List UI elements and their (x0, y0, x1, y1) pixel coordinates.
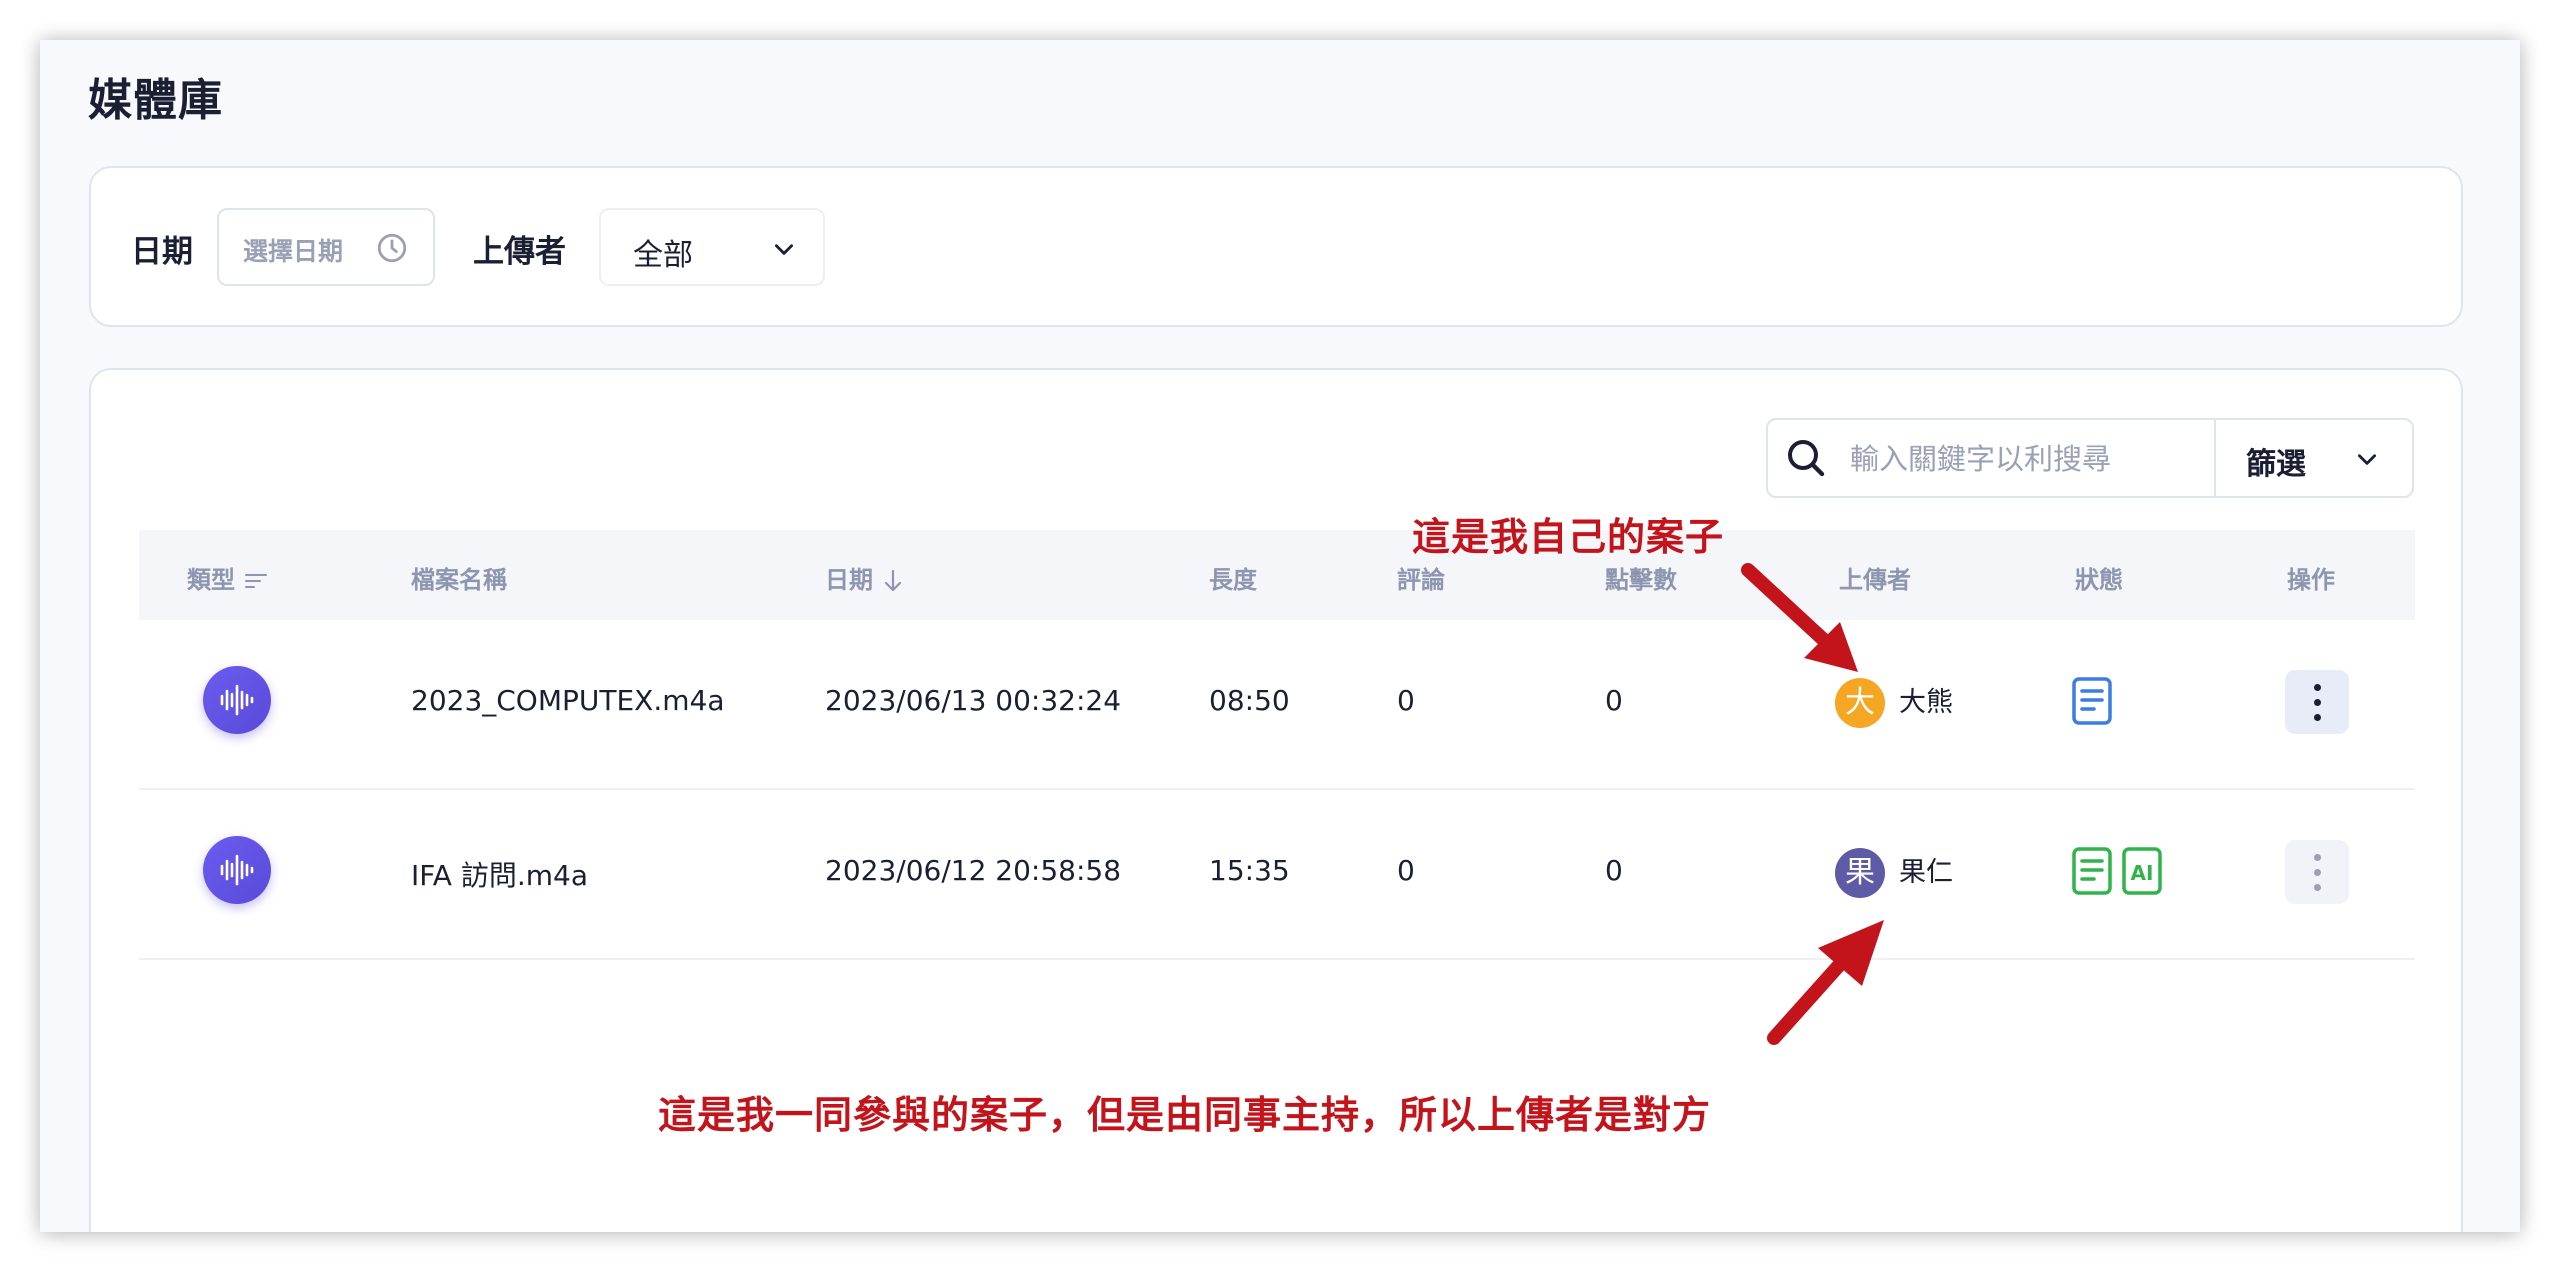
length-cell: 08:50 (1209, 684, 1290, 717)
more-actions-button[interactable] (2285, 670, 2349, 734)
date-cell: 2023/06/13 00:32:24 (825, 684, 1122, 717)
clicks-cell: 0 (1605, 684, 1623, 717)
uploader-select[interactable]: 全部 (599, 208, 825, 286)
chevron-down-icon (2358, 454, 2376, 465)
header-length: 長度 (1209, 566, 1257, 594)
header-date[interactable]: 日期 (825, 560, 903, 595)
date-picker[interactable]: 選擇日期 (217, 208, 435, 286)
audio-waveform-icon (203, 666, 271, 734)
arrow-down-icon (884, 569, 902, 592)
audio-waveform-icon (203, 836, 271, 904)
transcript-icon[interactable] (2071, 676, 2113, 726)
annotation-bottom: 這是我一同參與的案子，但是由同事主持，所以上傳者是對方 (658, 1093, 1712, 1137)
table-row[interactable]: IFA 訪問.m4a 2023/06/12 20:58:58 15:35 0 0… (139, 790, 2415, 960)
chevron-down-icon (775, 244, 793, 255)
date-filter-label: 日期 (131, 234, 193, 270)
comments-cell: 0 (1397, 684, 1415, 717)
filename-cell[interactable]: IFA 訪問.m4a (411, 854, 588, 894)
clicks-cell: 0 (1605, 854, 1623, 887)
date-cell: 2023/06/12 20:58:58 (825, 854, 1122, 887)
svg-text:AI: AI (2131, 861, 2154, 885)
search-icon (1788, 440, 1825, 477)
filter-dropdown-label: 篩選 (2246, 447, 2306, 482)
uploader-select-value: 全部 (633, 238, 693, 273)
more-actions-button[interactable] (2285, 840, 2349, 904)
header-actions: 操作 (2287, 566, 2335, 594)
annotation-top: 這是我自己的案子 (1412, 515, 1725, 559)
filter-dropdown-button[interactable]: 篩選 (2216, 420, 2412, 496)
uploader-filter-label: 上傳者 (473, 234, 566, 270)
clock-icon (377, 233, 407, 263)
header-clicks: 點擊數 (1605, 566, 1677, 594)
annotation-arrow-bottom (1767, 920, 1884, 1045)
page-title: 媒體庫 (88, 75, 223, 126)
header-date-label: 日期 (825, 566, 873, 594)
app-window: 媒體庫 日期 選擇日期 上傳者 全部 篩選 (40, 40, 2520, 1232)
length-cell: 15:35 (1209, 854, 1290, 887)
date-picker-placeholder: 選擇日期 (243, 237, 344, 266)
table-header: 類型 檔案名稱 日期 長度 評論 點擊數 上傳者 狀態 操作 (139, 530, 2415, 620)
search-bar: 篩選 (1766, 418, 2414, 498)
uploader-name: 果仁 (1899, 857, 1953, 888)
filename-cell[interactable]: 2023_COMPUTEX.m4a (411, 684, 725, 717)
search-input[interactable] (1848, 432, 2192, 486)
header-filename: 檔案名稱 (411, 566, 507, 594)
ai-icon[interactable]: AI (2121, 846, 2163, 896)
header-type-label: 類型 (187, 566, 235, 594)
comments-cell: 0 (1397, 854, 1415, 887)
transcript-icon[interactable] (2071, 846, 2113, 896)
table-row[interactable]: 2023_COMPUTEX.m4a 2023/06/13 00:32:24 08… (139, 620, 2415, 790)
annotation-arrow-top (1741, 563, 1858, 672)
header-type[interactable]: 類型 (187, 560, 267, 595)
filter-panel: 日期 選擇日期 上傳者 全部 (89, 166, 2463, 327)
uploader-name: 大熊 (1899, 687, 1953, 718)
sort-lines-icon (245, 574, 267, 588)
avatar: 果 (1835, 848, 1885, 898)
header-comments: 評論 (1397, 566, 1445, 594)
header-status: 狀態 (2075, 566, 2123, 594)
